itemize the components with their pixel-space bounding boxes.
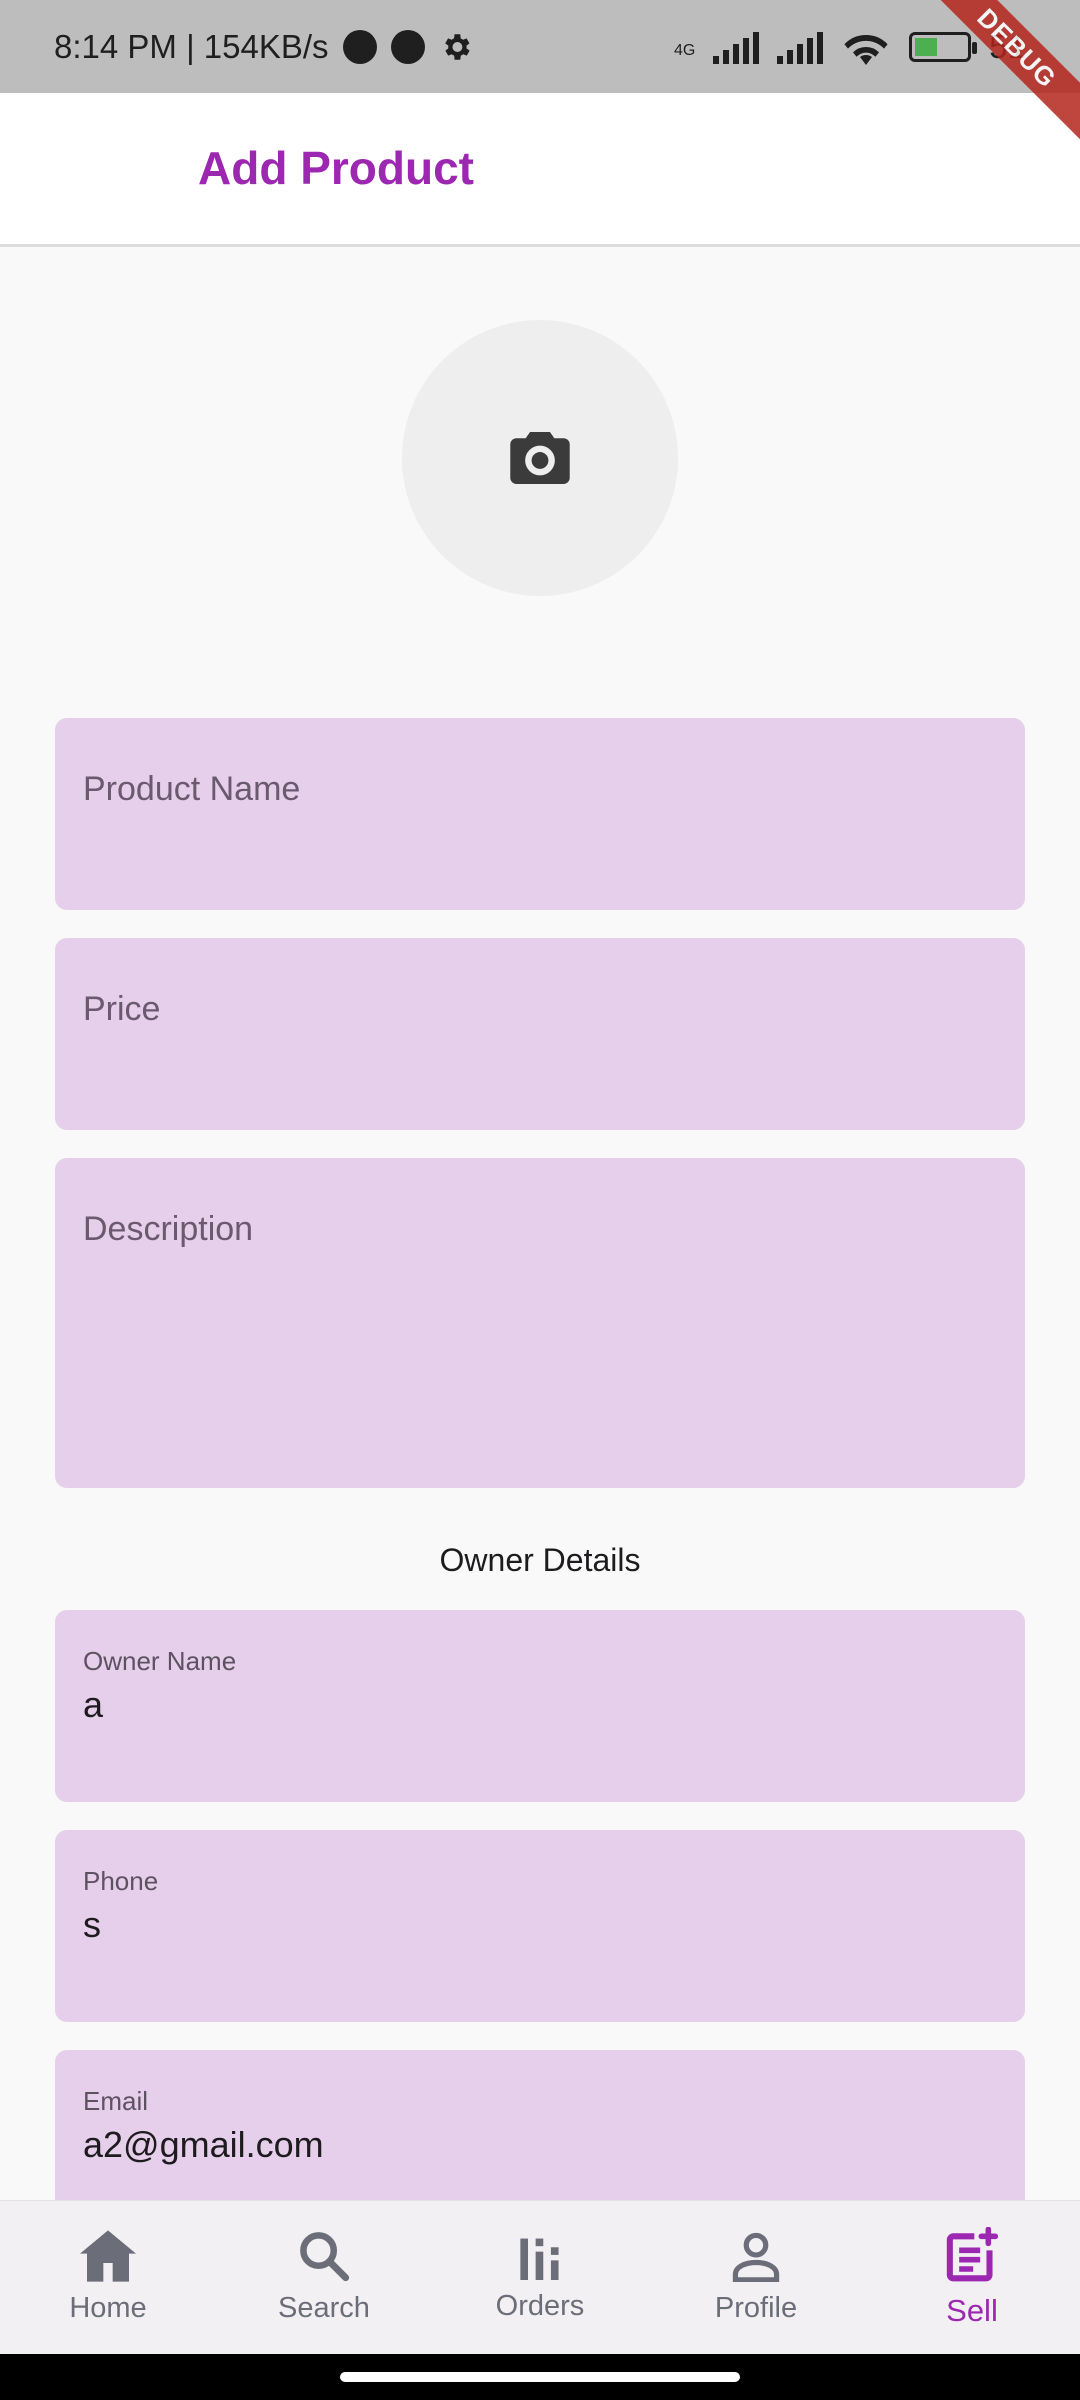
nav-orders-label: Orders <box>495 2290 585 2322</box>
settings-gear-icon <box>444 33 470 60</box>
orders-icon <box>520 2238 559 2280</box>
product-name-placeholder: Product Name <box>83 770 301 808</box>
app-bar: Add Product <box>0 93 1080 247</box>
owner-details-heading: Owner Details <box>439 1542 641 1578</box>
camera-icon <box>510 432 570 484</box>
page-title: Add Product <box>198 142 474 194</box>
description-field[interactable]: Description <box>55 1158 1025 1488</box>
nav-sell-label: Sell <box>946 2292 998 2328</box>
search-icon <box>300 2232 350 2282</box>
nav-orders[interactable]: Orders <box>432 2201 648 2354</box>
nav-profile-label: Profile <box>714 2292 798 2324</box>
nav-home[interactable]: Home <box>0 2201 216 2354</box>
description-placeholder: Description <box>83 1210 254 1248</box>
product-image-picker[interactable] <box>402 320 678 596</box>
email-value: a2@gmail.com <box>83 2124 324 2165</box>
nav-sell[interactable]: Sell <box>864 2201 1080 2354</box>
status-bar: 8:14 PM | 154KB/s 4G 51 <box>0 0 1080 93</box>
owner-name-field[interactable]: Owner Name a <box>55 1610 1025 1802</box>
phone-label: Phone <box>83 1866 159 1896</box>
product-name-field[interactable]: Product Name <box>55 718 1025 910</box>
wifi-icon <box>844 34 888 65</box>
home-icon <box>80 2230 136 2282</box>
owner-name-label: Owner Name <box>83 1646 237 1676</box>
price-placeholder: Price <box>83 990 161 1028</box>
signal-icon <box>713 30 760 64</box>
phone-value: s <box>83 1904 101 1945</box>
email-field[interactable]: Email a2@gmail.com <box>55 2050 1025 2200</box>
nav-home-label: Home <box>69 2292 147 2324</box>
signal-icon-2 <box>777 30 824 64</box>
app-notification-icon-2 <box>390 29 425 64</box>
status-time: 8:14 PM | 154KB/s <box>54 27 329 65</box>
sell-icon <box>946 2226 999 2281</box>
nav-search-label: Search <box>278 2292 370 2324</box>
home-indicator[interactable] <box>340 2372 740 2382</box>
system-gesture-bar <box>0 2354 1080 2400</box>
add-product-form: Product Name Price Description Owner Det… <box>0 250 1080 2200</box>
profile-icon <box>732 2232 780 2282</box>
owner-name-value: a <box>83 1684 104 1725</box>
battery-icon <box>909 31 978 62</box>
nav-profile[interactable]: Profile <box>648 2201 864 2354</box>
app-notification-icon <box>342 29 377 64</box>
network-type: 4G <box>673 41 696 59</box>
phone-field[interactable]: Phone s <box>55 1830 1025 2022</box>
email-label: Email <box>83 2086 149 2116</box>
status-left: 8:14 PM | 154KB/s <box>54 28 473 66</box>
bottom-navigation: Home Search Orders Profile Sell <box>0 2200 1080 2354</box>
nav-search[interactable]: Search <box>216 2201 432 2354</box>
price-field[interactable]: Price <box>55 938 1025 1130</box>
